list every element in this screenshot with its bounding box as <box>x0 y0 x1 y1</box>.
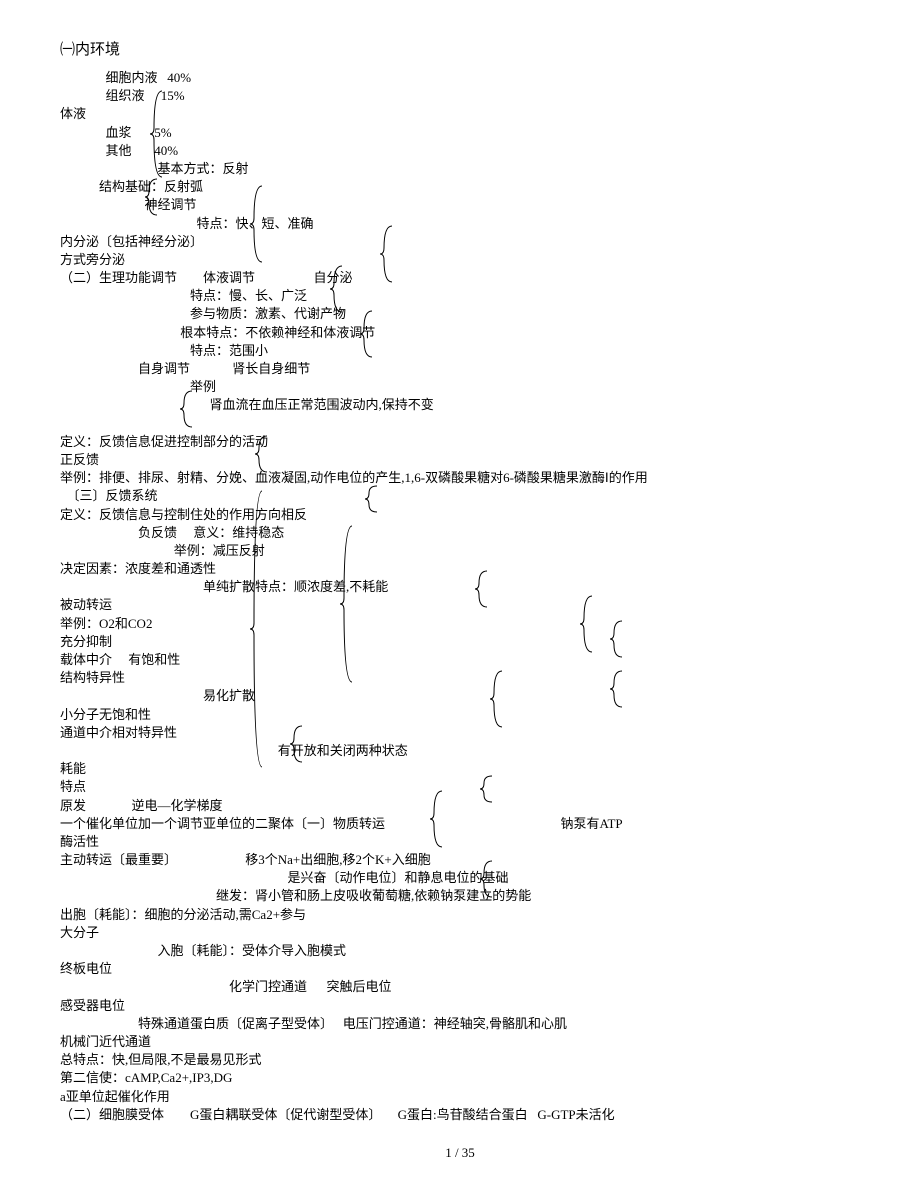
outline-line: 特点：快、短、准确 <box>60 215 860 233</box>
brace-icon <box>610 669 624 709</box>
outline-line: 举例：减压反射 <box>60 542 860 560</box>
brace-icon <box>180 389 194 429</box>
outline-line: 举例：排便、排尿、射精、分娩、血液凝固,动作电位的产生,1,6-双磷酸果糖对6-… <box>60 469 860 487</box>
brace-icon <box>150 89 164 179</box>
outline-line: 机械门近代通道 <box>60 1033 860 1051</box>
outline-line: 特点：慢、长、广泛 <box>60 287 860 305</box>
outline-line: 入胞〔耗能〕：受体介导入胞模式 <box>60 942 860 960</box>
brace-icon <box>360 309 374 359</box>
brace-icon <box>430 789 444 849</box>
outline-line: 易化扩散 <box>60 687 860 705</box>
outline-line: 第二信使：cAMP,Ca2+,IP3,DG <box>60 1069 860 1087</box>
brace-icon <box>145 177 159 217</box>
outline-line: 负反馈 意义：维持稳态 <box>60 524 860 542</box>
brace-icon <box>475 569 489 609</box>
outline-line: 决定因素：浓度差和通透性 <box>60 560 860 578</box>
brace-icon <box>610 619 624 659</box>
outline-line: 是兴奋〔动作电位〕和静息电位的基础 <box>60 869 860 887</box>
page-number: 1 / 35 <box>60 1144 860 1162</box>
outline-line: 定义：反馈信息促进控制部分的活动 <box>60 433 860 451</box>
outline-line: 结构特异性 <box>60 669 860 687</box>
outline-line: 主动转运〔最重要〕 移3个Na+出细胞,移2个K+入细胞 <box>60 851 860 869</box>
brace-icon <box>250 489 264 769</box>
outline-line: 被动转运 <box>60 596 860 614</box>
outline-body: 细胞内液 40% 组织液 15%体液 血浆 5% 其他 40% 基本方式：反射 … <box>60 69 860 1124</box>
outline-line: （二）细胞膜受体 G蛋白耦联受体〔促代谢型受体〕 G蛋白:鸟苷酸结合蛋白 G-G… <box>60 1106 860 1124</box>
outline-line: 总特点：快,但局限,不是最易见形式 <box>60 1051 860 1069</box>
outline-line: 终板电位 <box>60 960 860 978</box>
outline-line: 化学门控通道 突触后电位 <box>60 978 860 996</box>
outline-line: 定义：反馈信息与控制住处的作用方向相反 <box>60 506 860 524</box>
brace-icon <box>490 669 504 729</box>
outline-line: 其他 40% <box>60 142 860 160</box>
outline-line: 耗能 <box>60 760 860 778</box>
outline-line: 小分子无饱和性 <box>60 706 860 724</box>
outline-line: 结构基础：反射弧 <box>60 178 860 196</box>
outline-line: 正反馈 <box>60 451 860 469</box>
outline-line: 神经调节 <box>60 196 860 214</box>
outline-line: 自身调节 肾长自身细节 <box>60 360 860 378</box>
brace-icon <box>380 224 394 284</box>
outline-line: 感受器电位 <box>60 997 860 1015</box>
brace-icon <box>365 484 379 514</box>
outline-line: 〔三〕反馈系统 <box>60 487 860 505</box>
outline-line: 特点：范围小 <box>60 342 860 360</box>
outline-line: 举例：O2和CO2 <box>60 615 860 633</box>
outline-line: 出胞〔耗能〕：细胞的分泌活动,需Ca2+参与 <box>60 906 860 924</box>
outline-line: 单纯扩散特点：顺浓度差,不耗能 <box>60 578 860 596</box>
outline-line: 一个催化单位加一个调节亚单位的二聚体〔一〕物质转运 钠泵有ATP <box>60 815 860 833</box>
outline-line: 有开放和关闭两种状态 <box>60 742 860 760</box>
outline-line: 充分抑制 <box>60 633 860 651</box>
outline-line: 特点 <box>60 778 860 796</box>
outline-line: 细胞内液 40% <box>60 69 860 87</box>
brace-icon <box>255 434 269 474</box>
outline-line: 通道中介相对特异性 <box>60 724 860 742</box>
brace-icon <box>290 724 304 764</box>
brace-icon <box>330 264 344 314</box>
brace-icon <box>250 184 264 264</box>
outline-line: 根本特点：不依赖神经和体液调节 <box>60 324 860 342</box>
outline-line: 特殊通道蛋白质〔促离子型受体〕 电压门控通道：神经轴突,骨骼肌和心肌 <box>60 1015 860 1033</box>
brace-icon <box>480 859 494 899</box>
brace-icon <box>340 524 354 684</box>
brace-icon <box>480 774 494 804</box>
outline-line: a亚单位起催化作用 <box>60 1088 860 1106</box>
outline-line: 参与物质：激素、代谢产物 <box>60 305 860 323</box>
outline-line: 继发：肾小管和肠上皮吸收葡萄糖,依赖钠泵建立的势能 <box>60 887 860 905</box>
outline-line: 内分泌〔包括神经分泌〕 <box>60 233 860 251</box>
brace-icon <box>580 594 594 654</box>
outline-line: 大分子 <box>60 924 860 942</box>
outline-line: 方式旁分泌 <box>60 251 860 269</box>
outline-line: 酶活性 <box>60 833 860 851</box>
outline-line: 原发 逆电—化学梯度 <box>60 797 860 815</box>
outline-line: 组织液 15% <box>60 87 860 105</box>
outline-line: （二）生理功能调节 体液调节 自分泌 <box>60 269 860 287</box>
outline-line: 载体中介 有饱和性 <box>60 651 860 669</box>
page-title: ㈠内环境 <box>60 40 860 61</box>
outline-line: 基本方式：反射 <box>60 160 860 178</box>
outline-line: 血浆 5% <box>60 124 860 142</box>
outline-line: 体液 <box>60 105 860 123</box>
